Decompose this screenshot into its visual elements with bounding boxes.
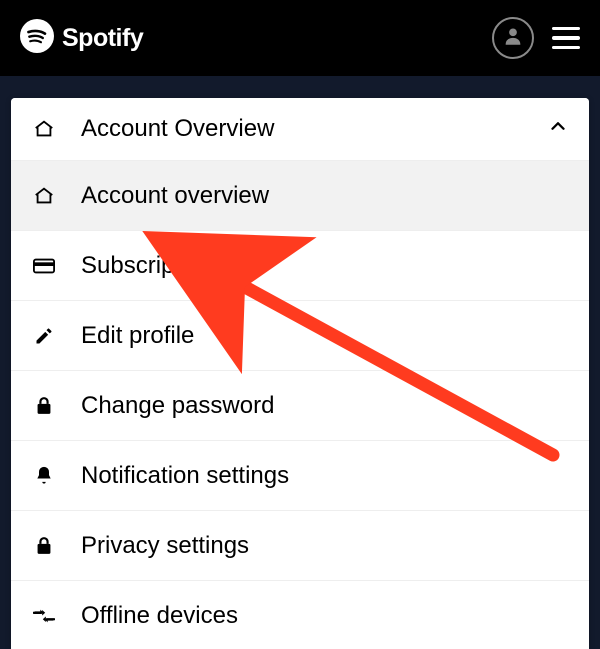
spotify-logo-icon (20, 19, 54, 58)
menu-item-label: Subscription (81, 252, 569, 280)
menu-item-subscription[interactable]: Subscription (11, 230, 589, 300)
profile-button[interactable] (492, 17, 534, 59)
menu-item-change-password[interactable]: Change password (11, 370, 589, 440)
top-bar: Spotify (0, 0, 600, 76)
lock-icon (31, 393, 57, 419)
home-icon (31, 183, 57, 209)
chevron-up-icon (547, 115, 569, 144)
brand[interactable]: Spotify (20, 19, 143, 58)
account-menu-panel: Account Overview Account overview Subscr… (11, 98, 589, 649)
brand-name: Spotify (62, 24, 143, 53)
menu-item-label: Edit profile (81, 322, 569, 350)
header-right-controls (492, 17, 580, 59)
offline-icon (31, 603, 57, 629)
person-icon (502, 25, 524, 52)
menu-item-label: Offline devices (81, 602, 569, 630)
menu-item-account-overview[interactable]: Account overview (11, 160, 589, 230)
pencil-icon (31, 323, 57, 349)
menu-item-label: Notification settings (81, 462, 569, 490)
menu-item-label: Privacy settings (81, 532, 569, 560)
menu-header-label: Account Overview (81, 115, 274, 143)
menu-item-label: Change password (81, 392, 569, 420)
bell-icon (31, 463, 57, 489)
home-icon (31, 116, 57, 142)
menu-item-notification-settings[interactable]: Notification settings (11, 440, 589, 510)
menu-item-privacy-settings[interactable]: Privacy settings (11, 510, 589, 580)
menu-button[interactable] (552, 27, 580, 50)
lock-icon (31, 533, 57, 559)
hamburger-icon (552, 27, 580, 31)
menu-item-offline-devices[interactable]: Offline devices (11, 580, 589, 649)
menu-item-edit-profile[interactable]: Edit profile (11, 300, 589, 370)
card-icon (31, 253, 57, 279)
menu-item-label: Account overview (81, 182, 569, 210)
menu-header[interactable]: Account Overview (11, 98, 589, 160)
